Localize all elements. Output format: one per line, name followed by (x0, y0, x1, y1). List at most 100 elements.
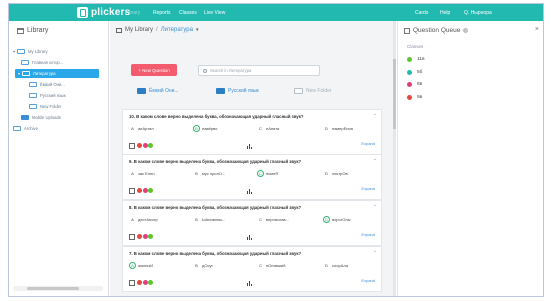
class-item[interactable]: 11в (407, 57, 425, 62)
new-folder-button[interactable]: New Folder (294, 88, 332, 94)
class-dot[interactable] (137, 143, 142, 148)
class-dot[interactable] (148, 188, 153, 193)
brand-logo[interactable]: plickers (77, 7, 130, 18)
answer-letter: A (131, 217, 134, 222)
question-card[interactable]: ⌄ 7. В каком слове верно выделена буква, … (122, 246, 382, 292)
report-chart-icon[interactable] (247, 188, 253, 194)
class-dot[interactable] (142, 280, 148, 285)
expand-arrow-icon[interactable]: ▾ (18, 71, 20, 76)
card-footer (129, 279, 154, 286)
class-dot[interactable] (148, 143, 153, 148)
expand-link[interactable]: Expand (361, 141, 375, 146)
sidebar-horizontal-scrollbar[interactable] (13, 286, 103, 291)
sidebar-item-mobile-uploads[interactable]: Mobile Uploads (21, 113, 105, 122)
chevron-down-icon[interactable]: ⌄ (373, 111, 377, 117)
sidebar-item-label: Литература (33, 71, 56, 76)
question-card[interactable]: ⌄ 10. В каком слове верно выделена буква,… (122, 109, 382, 155)
calendar-icon[interactable] (129, 279, 135, 286)
nav-cards[interactable]: Cards (415, 10, 428, 16)
user-menu[interactable]: Q. Нырнора (464, 10, 492, 16)
sidebar-item-label: Главная котор... (32, 60, 64, 65)
search-input[interactable]: Search in Литература (198, 65, 320, 76)
sidebar-item-literatura[interactable]: ▾ Литература (15, 69, 99, 78)
sidebar-item-russian[interactable]: Русский язык (29, 91, 105, 100)
calendar-icon[interactable] (129, 142, 135, 149)
class-dot[interactable] (148, 234, 153, 239)
answer-letter: B (195, 171, 198, 176)
folder-label: Ёмкий Они... (149, 88, 179, 94)
answer-text: соорАла (332, 263, 348, 268)
expand-arrow-icon[interactable]: ▾ (13, 49, 15, 54)
sidebar-item-label: Ёмкий Они... (40, 82, 65, 87)
answer-choice: AаеАртал (129, 125, 153, 132)
breadcrumb-root[interactable]: My Library (125, 27, 153, 33)
class-color-dot (407, 69, 412, 75)
classes-label: Classes (407, 44, 424, 49)
chevron-down-icon[interactable]: ⌄ (373, 156, 377, 162)
calendar-icon[interactable] (129, 233, 135, 240)
class-color-dot (407, 57, 412, 62)
chevron-down-icon[interactable]: ⌄ (373, 248, 377, 254)
class-item[interactable]: 5б (407, 69, 422, 75)
answer-text: еавёрво (202, 126, 218, 131)
chevron-down-icon[interactable]: ⌄ (373, 202, 377, 208)
answer-choice: CеАнята (257, 125, 279, 132)
folder-icon (29, 82, 37, 87)
class-dot[interactable] (148, 280, 153, 285)
class-item[interactable]: 9в (407, 94, 423, 100)
folder-tile-russian[interactable]: Русский язык (216, 88, 259, 94)
expand-link[interactable]: Expand (361, 278, 375, 283)
class-item[interactable]: 8в (407, 82, 422, 87)
answer-choice: DсоорАла (323, 262, 348, 269)
expand-link[interactable]: Expand (361, 186, 375, 191)
class-dot[interactable] (142, 143, 148, 148)
help-icon[interactable]: ? (463, 28, 469, 33)
answer-choice: B ЫАповоны... (193, 216, 225, 223)
class-dot[interactable] (137, 234, 142, 239)
class-dot[interactable] (142, 188, 148, 193)
report-chart-icon[interactable] (247, 234, 253, 240)
answer-letter: D (325, 126, 328, 131)
folder-icon (29, 104, 37, 109)
sidebar-item-folder[interactable]: Главная котор... (21, 58, 105, 67)
sidebar-item-my-library[interactable]: ▾ My Library (13, 47, 105, 56)
scrollbar-thumb[interactable] (393, 59, 396, 129)
expand-link[interactable]: Expand (361, 232, 375, 237)
answer-text: жалюзИ (138, 263, 153, 268)
sidebar-item-label: New Folder (40, 104, 62, 109)
chevron-down-icon[interactable]: ▾ (196, 27, 199, 33)
sidebar-item-new-folder[interactable]: New Folder (29, 102, 105, 111)
nav-library[interactable]: Library (125, 10, 140, 16)
library-icon (116, 27, 122, 33)
breadcrumb-current: Литература (160, 27, 193, 33)
close-icon[interactable]: × (535, 26, 539, 33)
nav-reports[interactable]: Reports (153, 10, 171, 16)
library-title: Library (27, 27, 49, 34)
nav-classes[interactable]: Classes (179, 10, 197, 16)
nav-live-view[interactable]: Live View (204, 10, 225, 16)
new-question-button[interactable]: + New Question (131, 64, 177, 76)
scrollbar-thumb[interactable] (27, 287, 79, 290)
report-chart-icon[interactable] (247, 280, 253, 286)
answer-text: ЫАповоны... (202, 217, 226, 222)
archive-icon (13, 126, 21, 131)
answer-letter: B (195, 263, 198, 268)
sidebar-item-folder[interactable]: Ёмкий Они... (29, 80, 105, 89)
class-dot[interactable] (137, 280, 142, 285)
answer-letter: C (257, 170, 264, 177)
folder-tile-1[interactable]: Ёмкий Они... (137, 88, 179, 94)
queue-title: Question Queue (413, 27, 461, 34)
class-dot[interactable] (137, 188, 142, 193)
sidebar-item-archive[interactable]: Archive (13, 124, 105, 133)
answer-choice: DнамерЕния (323, 125, 353, 132)
folder-label: New Folder (306, 88, 332, 94)
card-footer (129, 187, 154, 194)
question-card[interactable]: ⌄ 9. В каком слове верно выделена буква, … (122, 154, 382, 200)
main-vertical-scrollbar[interactable] (393, 21, 396, 296)
nav-help[interactable]: Help (440, 10, 450, 16)
class-dot[interactable] (142, 234, 148, 239)
report-chart-icon[interactable] (247, 143, 253, 149)
calendar-icon[interactable] (129, 187, 135, 194)
question-card[interactable]: ⌄ 8. В каком слове верно выделена буква, … (122, 200, 382, 246)
class-name: 9в (417, 94, 423, 100)
